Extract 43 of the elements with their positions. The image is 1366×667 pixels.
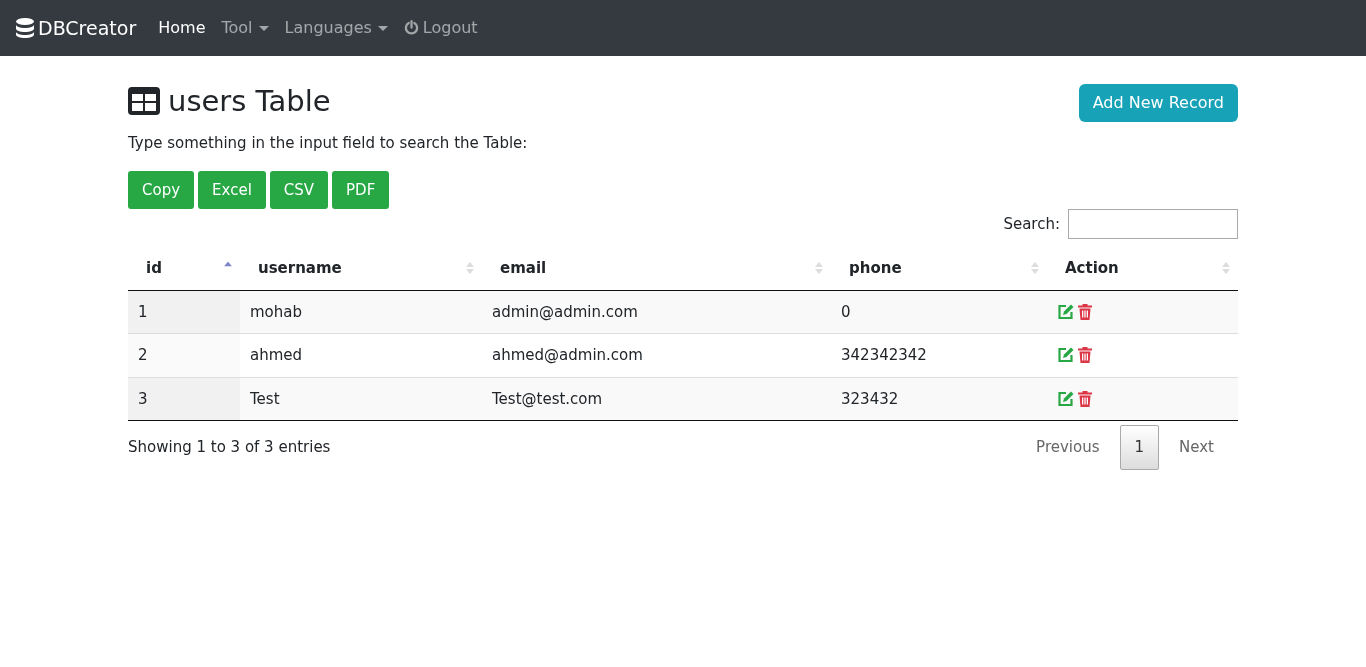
table-cell: 3 [128,377,240,421]
trash-icon[interactable] [1078,303,1092,320]
table-cell: Test@test.com [482,377,831,421]
page-title: users Table [128,84,331,119]
export-button[interactable]: Copy [128,170,195,209]
brand-link[interactable]: DBCreator [16,13,137,43]
table-cell: 1 [128,290,240,334]
table-cell: 2 [128,333,240,377]
trash-icon[interactable] [1078,390,1092,407]
trash-icon[interactable] [1078,347,1092,364]
table-cell: 0 [831,290,1047,334]
table-cell: mohab [240,290,482,334]
nav-link[interactable]: Home [150,8,214,48]
table-cell: 323432 [831,377,1047,421]
export-button[interactable]: PDF [332,170,390,209]
database-icon [16,18,34,38]
export-button[interactable]: CSV [269,170,329,209]
column-header[interactable]: username [240,247,482,290]
table-cell: admin@admin.com [482,290,831,334]
next-link[interactable]: Next [1163,428,1230,467]
column-header[interactable]: Action [1047,247,1238,290]
nav-link[interactable]: Logout [395,8,486,48]
previous-link[interactable]: Previous [1020,428,1116,467]
search-field[interactable] [1068,209,1238,239]
nav-link[interactable]: Languages [276,8,396,48]
edit-icon[interactable] [1057,303,1074,320]
column-header[interactable]: id [128,247,240,290]
caret-icon [377,26,388,31]
nav-link[interactable]: Tool [213,8,277,48]
instruction-text: Type something in the input field to search the Table: [128,133,529,154]
table-cell: Test [240,377,482,421]
caret-icon [258,26,269,31]
entries-info: Showing 1 to 3 of 3 entries [128,437,331,458]
export-button[interactable]: Excel [198,170,266,209]
column-header[interactable]: email [482,247,831,290]
power-icon [403,20,419,35]
table-icon [128,87,160,116]
search-label: Search: [1003,213,1060,235]
edit-icon[interactable] [1057,347,1074,364]
column-header[interactable]: phone [831,247,1047,290]
brand-name: DBCreator [38,15,137,41]
page-link[interactable]: 1 [1119,425,1160,470]
edit-icon[interactable] [1057,390,1074,407]
